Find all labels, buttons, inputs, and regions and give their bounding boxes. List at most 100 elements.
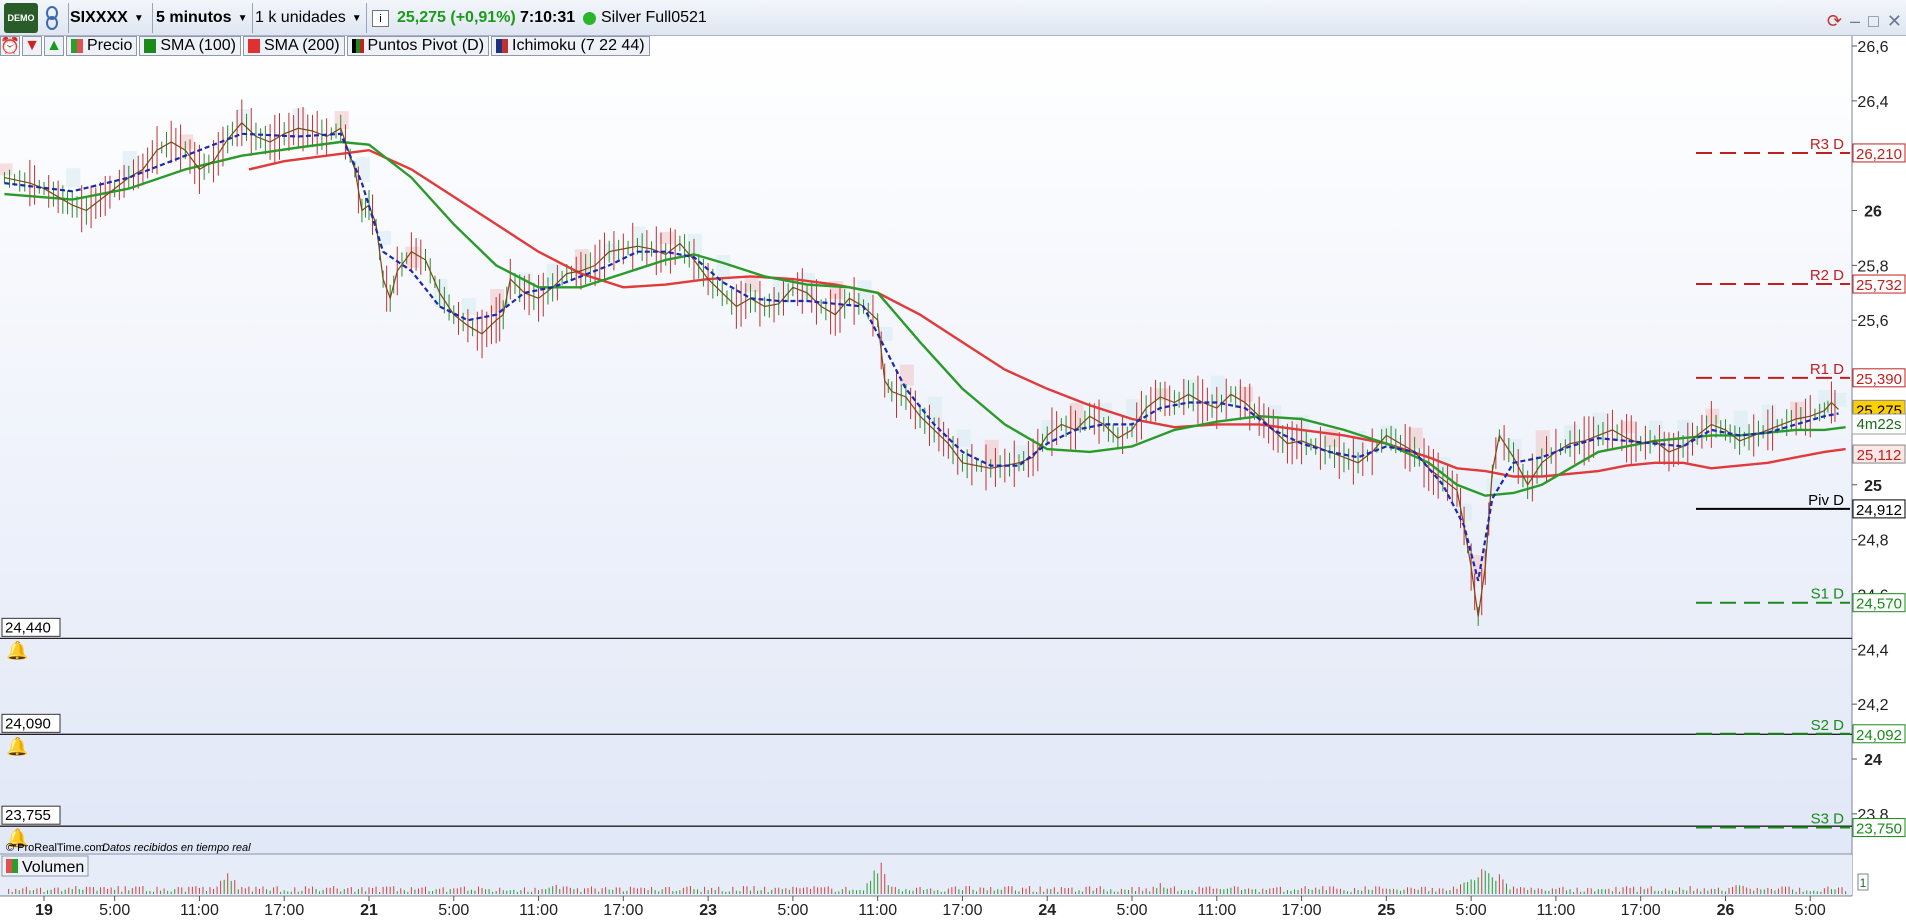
toolbar-separator <box>152 3 153 33</box>
indicator-bar: ⏰ ▼ ▲ Precio SMA (100) SMA (200) Puntos … <box>0 36 652 58</box>
pivot-name: R3 D <box>1810 136 1844 153</box>
indicator-sma200[interactable]: SMA (200) <box>242 36 345 56</box>
pivot-name: R1 D <box>1810 361 1844 378</box>
price-chart[interactable]: 🔔🔔🔔 26,626,42625,825,62524,824,624,424,2… <box>0 36 1906 922</box>
pivots-swatch <box>351 39 364 53</box>
sma200-swatch <box>247 39 260 53</box>
cloud-patch <box>546 263 561 284</box>
y-tick-label: 25,6 <box>1857 313 1888 330</box>
cloud-patch <box>1535 430 1550 458</box>
cloud-patch <box>1564 424 1579 441</box>
bell-icon: 🔔 <box>6 640 28 660</box>
units-selector[interactable]: 1 k unidades ▼ <box>255 3 362 33</box>
volume-axis-label: 1 <box>1860 876 1867 890</box>
volume-legend[interactable]: Volumen <box>1 855 89 877</box>
x-tick-label: 5:00 <box>438 902 469 919</box>
x-tick-label: 11:00 <box>1536 902 1575 919</box>
window-controls: ⟳ – □ ✕ <box>1827 6 1902 36</box>
pivot-name: S3 D <box>1811 811 1845 828</box>
close-icon[interactable]: ✕ <box>1887 11 1902 32</box>
indicator-pivots[interactable]: Puntos Pivot (D) <box>346 36 490 56</box>
x-tick-label: 5:00 <box>1116 902 1147 919</box>
cloud-patch <box>1733 410 1748 433</box>
cloud-patch <box>687 233 702 253</box>
cloud-patch <box>1154 388 1169 401</box>
x-tick-label: 17:00 <box>942 902 982 919</box>
x-tick-label: 17:00 <box>603 902 643 919</box>
source-label: © ProRealTime.com <box>6 842 105 854</box>
refresh-icon[interactable]: ⟳ <box>1827 11 1842 32</box>
cloud-patch <box>1380 425 1395 440</box>
cloud-patch <box>1507 439 1522 460</box>
cloud-patch <box>1012 445 1027 459</box>
indicator-label: SMA (200) <box>263 37 340 54</box>
x-tick-label: 26 <box>1717 902 1735 919</box>
sell-arrow-icon[interactable]: ▼ <box>22 36 42 56</box>
cloud-patch <box>66 168 81 188</box>
y-tick-label: 26 <box>1864 204 1882 221</box>
demo-badge[interactable]: DEMO <box>4 3 38 33</box>
realtime-label: Datos recibidos en tiempo real <box>102 842 251 854</box>
indicator-sma100[interactable]: SMA (100) <box>139 36 241 56</box>
y-tick-label: 25,8 <box>1857 258 1888 275</box>
minimize-icon[interactable]: – <box>1850 11 1860 32</box>
chevron-down-icon: ▼ <box>237 12 248 24</box>
alarm-icon[interactable]: ⏰ <box>0 36 20 56</box>
buy-arrow-icon[interactable]: ▲ <box>44 36 64 56</box>
cloud-patch <box>1790 401 1805 420</box>
cloud-patch <box>122 150 137 177</box>
pivot-value: 24,912 <box>1856 502 1902 519</box>
alert-value-text: 24,440 <box>5 619 51 636</box>
cloud-patch <box>1705 408 1720 424</box>
cloud-patch <box>659 231 674 244</box>
cloud-patch <box>1239 386 1254 402</box>
x-tick-label: 23 <box>699 902 717 919</box>
footer-source: © ProRealTime.com Datos recibidos en tie… <box>6 842 251 854</box>
x-tick-label: 19 <box>35 902 53 919</box>
volume-panel-background <box>0 855 1852 895</box>
feed-label: Silver Full0521 <box>601 9 707 26</box>
toolbar-separator <box>68 3 69 33</box>
info-icon[interactable]: i <box>372 10 389 27</box>
cloud-patch <box>744 277 759 293</box>
cloud-patch <box>1620 421 1635 434</box>
y-tick-label: 25 <box>1864 478 1882 495</box>
cloud-patch <box>1818 390 1833 415</box>
indicator-ichimoku[interactable]: Ichimoku (7 22 44) <box>491 36 650 56</box>
cloud-patch <box>1041 419 1056 440</box>
y-tick-label: 26,6 <box>1857 39 1888 56</box>
x-tick-label: 11:00 <box>858 902 897 919</box>
ticker-selector[interactable]: SIXXXX ▼ <box>70 3 144 33</box>
last-price: 25,275 (+0,91%) <box>397 9 516 26</box>
maximize-icon[interactable]: □ <box>1868 11 1879 32</box>
indicator-label: SMA (100) <box>160 37 236 54</box>
volume-label: Volumen <box>22 859 84 876</box>
y-tick-label: 24,8 <box>1857 533 1888 550</box>
x-tick-label: 17:00 <box>1282 902 1322 919</box>
x-tick-label: 25 <box>1377 902 1395 919</box>
cloud-patch <box>984 439 999 464</box>
cloud-patch <box>956 429 971 447</box>
ichimoku-swatch <box>496 39 509 53</box>
y-tick-label: 26,4 <box>1857 94 1888 111</box>
indicator-price[interactable]: Precio <box>66 36 138 56</box>
chevron-down-icon: ▼ <box>351 12 362 24</box>
cloud-patch <box>899 364 914 386</box>
timeframe-selector[interactable]: 5 minutos ▼ <box>156 3 247 33</box>
cloud-patch <box>0 163 13 176</box>
chevron-down-icon: ▼ <box>133 12 144 24</box>
link-icon[interactable] <box>42 3 64 33</box>
price-swatch <box>71 39 83 53</box>
price-marker-text: 25,112 <box>1857 447 1902 464</box>
pivot-name: S1 D <box>1811 586 1845 603</box>
y-tick-label: 24,4 <box>1857 642 1888 659</box>
cloud-patch <box>461 298 476 316</box>
volume-swatch <box>12 859 18 873</box>
x-tick-label: 11:00 <box>1197 902 1236 919</box>
x-tick-label: 5:00 <box>99 902 130 919</box>
y-tick-label: 24 <box>1864 752 1882 769</box>
pivot-value: 25,390 <box>1856 371 1902 388</box>
x-tick-label: 5:00 <box>1795 902 1826 919</box>
ticker-label: SIXXXX <box>70 9 128 26</box>
x-tick-label: 11:00 <box>180 902 219 919</box>
